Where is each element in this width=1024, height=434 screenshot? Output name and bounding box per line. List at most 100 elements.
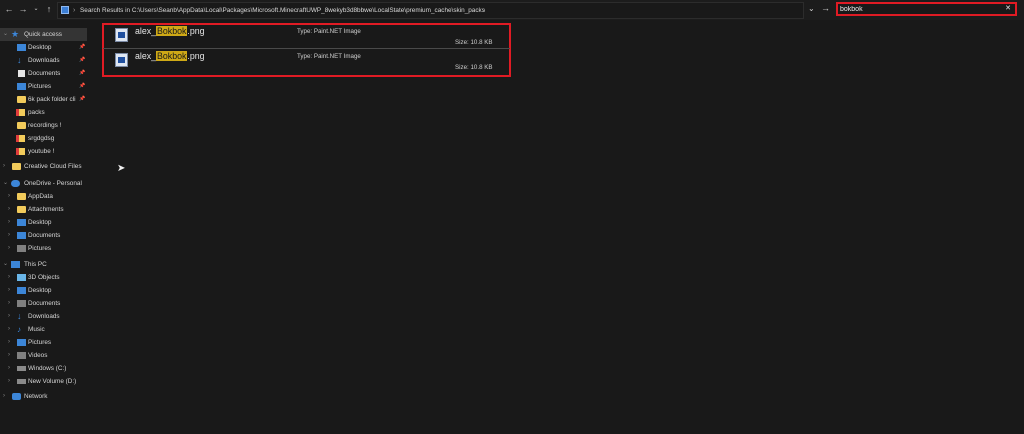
file-name-prefix: alex_ <box>135 51 157 61</box>
3d-objects-icon <box>17 274 26 281</box>
chevron-right-icon[interactable]: › <box>8 284 10 297</box>
sidebar-item-network[interactable]: › Network <box>0 390 87 403</box>
sidebar-item-label: Videos <box>28 352 48 359</box>
forward-arrow-icon[interactable]: → <box>17 3 29 15</box>
chevron-right-icon[interactable]: › <box>8 216 10 229</box>
sidebar-item-pc-documents[interactable]: › Documents <box>0 297 87 310</box>
chevron-right-icon[interactable]: › <box>8 229 10 242</box>
drive-icon <box>17 379 26 384</box>
sidebar-item-label: Creative Cloud Files <box>24 163 82 170</box>
sidebar-item-appdata[interactable]: › AppData <box>0 190 87 203</box>
file-type: Type: Paint.NET Image <box>297 53 361 60</box>
file-name[interactable]: alex_Bokbok.png <box>135 26 205 36</box>
sidebar-item-label: recordings ! <box>28 122 62 129</box>
videos-icon <box>17 352 26 359</box>
address-toolbar: ← → ⌄ ↑ › Search Results in C:\Users\Sea… <box>0 0 1024 20</box>
sidebar-item-label: Documents <box>28 70 61 77</box>
sidebar-item-label: This PC <box>24 261 47 268</box>
sidebar-item-6k-pack-folder[interactable]: 6k pack folder cli 📌 <box>0 93 87 106</box>
sidebar-item-recordings[interactable]: recordings ! <box>0 119 87 132</box>
chevron-right-icon[interactable]: › <box>8 336 10 349</box>
sidebar-item-pc-downloads[interactable]: › ↓ Downloads <box>0 310 87 323</box>
sidebar-item-desktop[interactable]: Desktop 📌 <box>0 41 87 54</box>
documents-icon <box>17 232 26 239</box>
sidebar-item-label: Desktop <box>28 44 52 51</box>
pin-icon: 📌 <box>79 44 86 50</box>
search-input[interactable] <box>840 4 1000 14</box>
sidebar-item-onedrive-documents[interactable]: › Documents <box>0 229 87 242</box>
recent-locations-chevron-icon[interactable]: ⌄ <box>30 3 42 15</box>
address-path[interactable]: Search Results in C:\Users\Seanb\AppData… <box>80 3 485 18</box>
sidebar-item-label: Documents <box>28 232 61 239</box>
chevron-right-icon[interactable]: › <box>8 310 10 323</box>
sidebar-item-pc-desktop[interactable]: › Desktop <box>0 284 87 297</box>
sidebar-item-packs[interactable]: packs <box>0 106 87 119</box>
sidebar-item-label: New Volume (D:) <box>28 378 77 385</box>
pin-icon: 📌 <box>79 57 86 63</box>
chevron-right-icon[interactable]: › <box>8 362 10 375</box>
refresh-icon[interactable]: → <box>821 3 830 13</box>
clear-search-icon[interactable]: ✕ <box>1005 4 1011 14</box>
sidebar-item-this-pc[interactable]: ⌄ This PC <box>0 258 87 271</box>
download-icon: ↓ <box>17 311 22 321</box>
sidebar-item-documents[interactable]: Documents 📌 <box>0 67 87 80</box>
chevron-right-icon[interactable]: › <box>3 160 5 173</box>
sidebar-item-creative-cloud-files[interactable]: › Creative Cloud Files <box>0 160 87 173</box>
chevron-down-icon[interactable]: ⌄ <box>3 177 8 190</box>
up-arrow-icon[interactable]: ↑ <box>43 3 55 15</box>
chevron-right-icon[interactable]: › <box>8 375 10 388</box>
address-dropdown-icon[interactable]: ⌄ <box>808 4 815 13</box>
chevron-down-icon[interactable]: ⌄ <box>3 258 8 271</box>
sidebar-item-attachments[interactable]: › Attachments <box>0 203 87 216</box>
sidebar-item-label: Music <box>28 326 45 333</box>
search-result-item[interactable]: alex_Bokbok.png Type: Paint.NET Image Si… <box>107 24 509 49</box>
sidebar-item-youtube[interactable]: youtube ! <box>0 145 87 158</box>
sidebar-item-music[interactable]: › ♪ Music <box>0 323 87 336</box>
search-location-icon <box>61 6 69 14</box>
sidebar-item-label: Desktop <box>28 287 52 294</box>
breadcrumb-separator[interactable]: › <box>73 3 75 18</box>
back-arrow-icon[interactable]: ← <box>3 3 15 15</box>
music-icon: ♪ <box>17 325 21 334</box>
star-icon: ★ <box>11 29 20 39</box>
sidebar-item-label: Desktop <box>28 219 52 226</box>
file-name[interactable]: alex_Bokbok.png <box>135 51 205 61</box>
sidebar-item-label: youtube ! <box>28 148 55 155</box>
sidebar-item-videos[interactable]: › Videos <box>0 349 87 362</box>
sidebar-item-label: Documents <box>28 300 61 307</box>
folder-icon <box>17 206 26 213</box>
chevron-right-icon[interactable]: › <box>8 323 10 336</box>
breadcrumb-separator[interactable]: › <box>483 3 485 18</box>
computer-icon <box>11 261 20 268</box>
sidebar-item-downloads[interactable]: ↓ Downloads 📌 <box>0 54 87 67</box>
folder-icon <box>16 109 25 116</box>
sidebar-item-quick-access[interactable]: ⌄ ★ Quick access <box>0 28 87 41</box>
sidebar-item-windows-c[interactable]: › Windows (C:) <box>0 362 87 375</box>
desktop-icon <box>17 287 26 294</box>
sidebar-item-pictures[interactable]: Pictures 📌 <box>0 80 87 93</box>
chevron-down-icon[interactable]: ⌄ <box>3 28 8 41</box>
cloud-icon <box>11 180 20 187</box>
sidebar-item-srgdgdsg[interactable]: srgdgdsg <box>0 132 87 145</box>
mouse-cursor-icon: ➤ <box>117 163 126 174</box>
search-result-item[interactable]: alex_Bokbok.png Type: Paint.NET Image Si… <box>107 49 509 74</box>
chevron-right-icon[interactable]: › <box>8 190 10 203</box>
chevron-right-icon[interactable]: › <box>8 242 10 255</box>
sidebar-item-onedrive[interactable]: ⌄ OneDrive - Personal <box>0 177 87 190</box>
sidebar-item-pc-pictures[interactable]: › Pictures <box>0 336 87 349</box>
search-box[interactable]: ✕ <box>836 2 1017 16</box>
sidebar-item-onedrive-pictures[interactable]: › Pictures <box>0 242 87 255</box>
folder-icon <box>17 193 26 200</box>
sidebar-item-new-volume-d[interactable]: › New Volume (D:) <box>0 375 87 388</box>
address-bar[interactable]: › Search Results in C:\Users\Seanb\AppDa… <box>57 2 804 19</box>
chevron-right-icon[interactable]: › <box>8 297 10 310</box>
sidebar-item-3d-objects[interactable]: › 3D Objects <box>0 271 87 284</box>
chevron-right-icon[interactable]: › <box>3 390 5 403</box>
chevron-right-icon[interactable]: › <box>8 349 10 362</box>
sidebar-item-onedrive-desktop[interactable]: › Desktop <box>0 216 87 229</box>
sidebar-item-label: srgdgdsg <box>28 135 55 142</box>
chevron-right-icon[interactable]: › <box>8 203 10 216</box>
chevron-right-icon[interactable]: › <box>8 271 10 284</box>
pin-icon: 📌 <box>79 70 86 76</box>
paint-net-file-icon <box>115 53 128 67</box>
